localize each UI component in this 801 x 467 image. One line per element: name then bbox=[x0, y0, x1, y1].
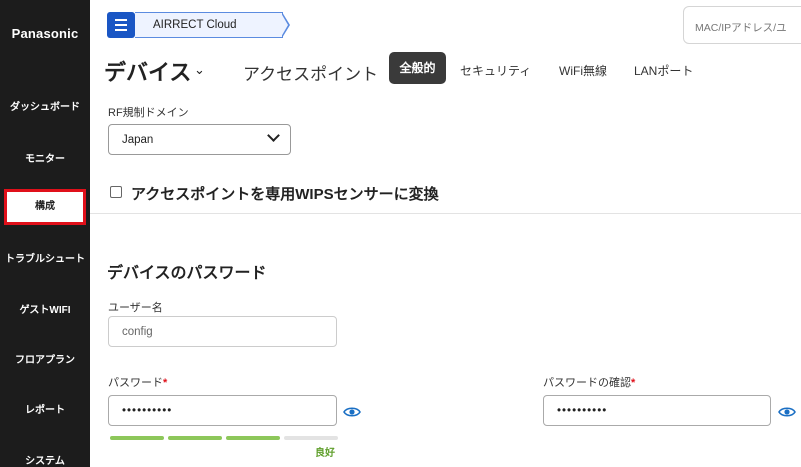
password-label: パスワード* bbox=[108, 374, 167, 390]
required-mark: * bbox=[163, 377, 168, 389]
search-input[interactable]: MAC/IPアドレス/ユ bbox=[683, 6, 801, 44]
sidebar-item-system[interactable]: システム bbox=[0, 452, 90, 467]
section-divider bbox=[90, 213, 801, 214]
sidebar-item-floorplan[interactable]: フロアプラン bbox=[0, 351, 90, 366]
tab-wifi-radio[interactable]: WiFi無線 bbox=[559, 62, 607, 79]
username-field: config bbox=[108, 316, 337, 347]
sidebar: Panasonic ダッシュボード モニター 構成 トラブルシュート ゲストWI… bbox=[0, 0, 90, 467]
eye-icon[interactable] bbox=[778, 406, 796, 418]
page-title[interactable]: デバイス bbox=[104, 55, 191, 87]
hamburger-menu-button[interactable] bbox=[107, 12, 135, 38]
username-label: ユーザー名 bbox=[108, 302, 163, 314]
sidebar-item-guest-wifi[interactable]: ゲストWIFI bbox=[0, 301, 90, 316]
password-confirm-label-text: パスワードの確認 bbox=[543, 377, 631, 389]
top-bar: AIRRECT Cloud MAC/IPアドレス/ユ bbox=[90, 0, 801, 50]
password-strength-segment bbox=[226, 436, 280, 440]
page-subtitle: アクセスポイント bbox=[243, 65, 379, 84]
brand-logo: Panasonic bbox=[11, 26, 79, 41]
password-strength-segment bbox=[284, 436, 338, 440]
password-strength-segment bbox=[168, 436, 222, 440]
menu-icon-line bbox=[115, 29, 127, 31]
chevron-down-icon[interactable]: ⌄ bbox=[194, 62, 205, 78]
required-mark: * bbox=[631, 377, 636, 389]
sidebar-item-troubleshoot[interactable]: トラブルシュート bbox=[0, 250, 90, 265]
password-confirm-label: パスワードの確認* bbox=[543, 374, 635, 390]
password-field[interactable]: •••••••••• bbox=[108, 395, 337, 426]
password-strength-text: 良好 bbox=[315, 448, 335, 459]
menu-icon-line bbox=[115, 19, 127, 21]
password-strength-segment bbox=[110, 436, 164, 440]
tab-lan-port[interactable]: LANポート bbox=[634, 62, 693, 79]
password-confirm-field[interactable]: •••••••••• bbox=[543, 395, 771, 426]
eye-icon[interactable] bbox=[343, 406, 361, 418]
tab-general[interactable]: 全般的 bbox=[389, 52, 446, 84]
password-label-text: パスワード bbox=[108, 377, 163, 389]
rf-domain-label: RF規制ドメイン bbox=[108, 107, 189, 119]
menu-icon-line bbox=[115, 24, 127, 26]
wips-sensor-checkbox-label[interactable]: アクセスポイントを専用WIPSセンサーに変換 bbox=[131, 183, 439, 204]
wips-sensor-checkbox[interactable] bbox=[110, 186, 122, 198]
breadcrumb[interactable]: AIRRECT Cloud bbox=[135, 12, 283, 38]
sidebar-item-report[interactable]: レポート bbox=[0, 401, 90, 416]
password-section-title: デバイスのパスワード bbox=[107, 265, 267, 282]
tab-security[interactable]: セキュリティ bbox=[460, 62, 531, 79]
sidebar-item-dashboard[interactable]: ダッシュボード bbox=[0, 98, 90, 113]
sidebar-item-monitor[interactable]: モニター bbox=[0, 150, 90, 165]
breadcrumb-arrow-fill bbox=[281, 13, 288, 37]
sidebar-item-configuration[interactable]: 構成 bbox=[4, 189, 86, 225]
rf-domain-select[interactable]: Japan bbox=[108, 124, 291, 155]
